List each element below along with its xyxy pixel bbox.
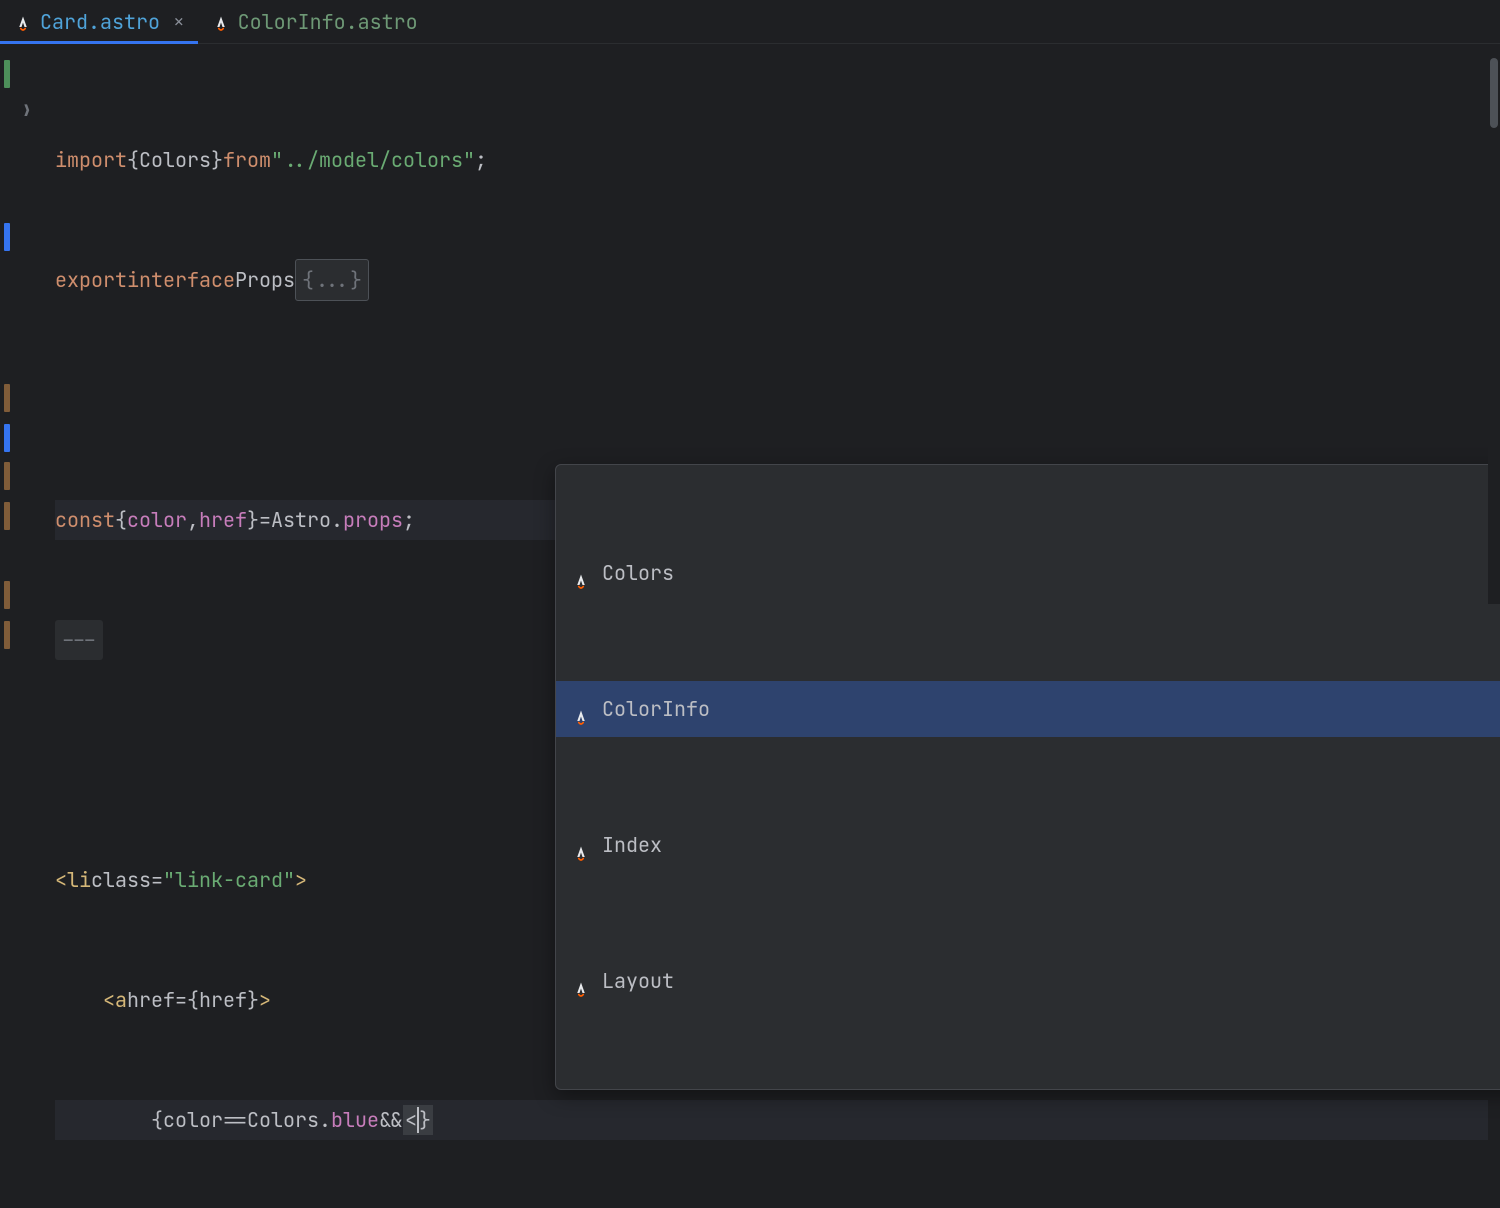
gutter-change-marker[interactable] xyxy=(4,60,10,88)
autocomplete-item[interactable]: Colors xyxy=(556,545,1500,601)
code-line[interactable] xyxy=(55,380,1488,420)
autocomplete-label: ColorInfo xyxy=(602,689,710,729)
astro-icon xyxy=(14,13,32,31)
tab-label: ColorInfo.astro xyxy=(238,9,418,35)
cursor: <} xyxy=(403,1105,433,1135)
tab-bar: Card.astro ✕ ColorInfo.astro xyxy=(0,0,1500,44)
gutter[interactable]: ❯ xyxy=(0,44,45,604)
code-line[interactable]: import {Colors} from "../model/colors"; xyxy=(55,140,1488,180)
gutter-change-marker[interactable] xyxy=(4,621,10,649)
astro-icon xyxy=(572,564,590,582)
astro-icon xyxy=(572,836,590,854)
gutter-change-marker[interactable] xyxy=(4,462,10,490)
autocomplete-item[interactable]: Index xyxy=(556,817,1500,873)
astro-icon xyxy=(572,700,590,718)
editor: ❯ import {Colors} from "../model/colors"… xyxy=(0,44,1500,604)
tab-colorinfo-astro[interactable]: ColorInfo.astro xyxy=(198,0,432,43)
autocomplete-label: Colors xyxy=(602,553,674,593)
gutter-change-marker[interactable] xyxy=(4,424,10,452)
astro-icon xyxy=(572,972,590,990)
folded-region[interactable]: {...} xyxy=(295,259,369,301)
code-line[interactable]: export interface Props {...} xyxy=(55,260,1488,300)
astro-icon xyxy=(212,13,230,31)
scroll-thumb[interactable] xyxy=(1490,58,1498,128)
gutter-change-marker[interactable] xyxy=(4,581,10,609)
code-line[interactable]: {color == Colors.blue && <} xyxy=(55,1100,1488,1140)
gutter-change-marker[interactable] xyxy=(4,223,10,251)
autocomplete-item[interactable]: Layout xyxy=(556,953,1500,1009)
autocomplete-popup[interactable]: Colors ColorInfo Index Layout xyxy=(555,464,1500,1090)
autocomplete-label: Index xyxy=(602,825,662,865)
autocomplete-item[interactable]: ColorInfo xyxy=(556,681,1500,737)
tab-card-astro[interactable]: Card.astro ✕ xyxy=(0,0,198,43)
gutter-change-marker[interactable] xyxy=(4,384,10,412)
close-icon[interactable]: ✕ xyxy=(174,11,184,32)
autocomplete-label: Layout xyxy=(602,961,674,1001)
gutter-change-marker[interactable] xyxy=(4,502,10,530)
code-area[interactable]: import {Colors} from "../model/colors"; … xyxy=(45,44,1488,604)
tab-label: Card.astro xyxy=(40,9,160,35)
fold-chevron-icon[interactable]: ❯ xyxy=(22,100,32,121)
scrollbar[interactable] xyxy=(1488,44,1500,604)
